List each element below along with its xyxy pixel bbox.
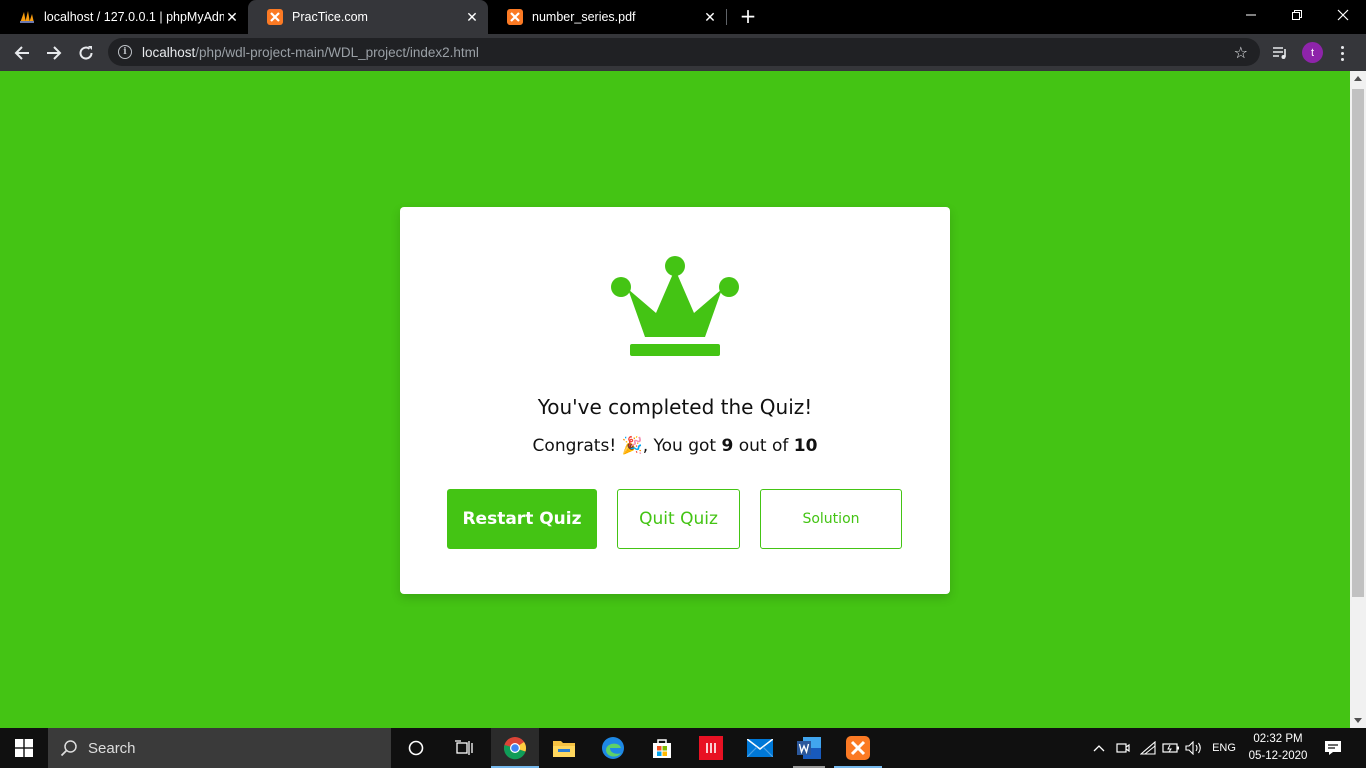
red-app-icon — [699, 736, 723, 760]
word-icon — [797, 737, 821, 759]
chevron-up-icon — [1093, 745, 1105, 752]
result-card: You've completed the Quiz! Congrats! 🎉, … — [400, 207, 950, 594]
page-scrollbar[interactable] — [1350, 71, 1366, 728]
xampp-icon — [507, 9, 523, 25]
close-window-button[interactable] — [1320, 0, 1366, 30]
language-indicator[interactable]: ENG — [1208, 728, 1240, 768]
scrollbar-thumb[interactable] — [1352, 89, 1364, 597]
taskbar-red-app[interactable] — [687, 728, 735, 768]
tray-network-button[interactable] — [1138, 728, 1158, 768]
close-icon — [1337, 9, 1349, 21]
taskbar-clock[interactable]: 02:32 PM 05-12-2020 — [1246, 731, 1310, 765]
taskbar-chrome[interactable] — [491, 728, 539, 768]
url-host: localhost — [142, 44, 196, 60]
search-label: Search — [88, 739, 136, 757]
tab-practice[interactable]: PracTice.com ✕ — [248, 0, 488, 34]
store-icon — [653, 739, 671, 758]
xampp-icon — [267, 9, 283, 25]
reload-icon — [79, 46, 93, 60]
tray-volume-button[interactable] — [1184, 728, 1204, 768]
tab-phpmyadmin[interactable]: localhost / 127.0.0.1 | phpMyAdm ✕ — [0, 0, 248, 34]
browser-menu-icon[interactable] — [1334, 42, 1350, 64]
score-middle: , You got — [642, 436, 722, 456]
reload-button[interactable] — [73, 40, 99, 66]
solution-button[interactable]: Solution — [760, 489, 902, 549]
page-viewport: You've completed the Quiz! Congrats! 🎉, … — [0, 71, 1350, 728]
windows-logo-icon — [15, 739, 33, 757]
show-hidden-icons-button[interactable] — [1090, 728, 1108, 768]
taskbar-search[interactable]: Search — [48, 728, 391, 768]
url-text: localhost/php/wdl-project-main/WDL_proje… — [142, 45, 479, 60]
address-bar[interactable]: i localhost/php/wdl-project-main/WDL_pro… — [108, 38, 1260, 66]
scroll-down-icon[interactable] — [1354, 718, 1362, 723]
score-correct: 9 — [721, 436, 734, 456]
minimize-icon — [1246, 14, 1256, 16]
phpmyadmin-icon — [19, 9, 35, 25]
taskbar-word[interactable] — [785, 728, 833, 768]
media-control-button[interactable] — [1267, 40, 1293, 66]
tab-strip: localhost / 127.0.0.1 | phpMyAdm ✕ PracT… — [0, 0, 1366, 34]
restore-icon — [1292, 10, 1302, 20]
score-total: 10 — [793, 436, 818, 456]
clock-time: 02:32 PM — [1253, 733, 1303, 745]
site-info-icon[interactable]: i — [118, 45, 132, 59]
playlist-icon — [1273, 47, 1286, 59]
taskbar-xampp[interactable] — [834, 728, 882, 768]
edge-icon — [602, 737, 624, 759]
battery-icon — [1162, 743, 1179, 753]
volume-icon — [1185, 741, 1201, 755]
restart-quiz-button[interactable]: Restart Quiz — [447, 489, 597, 549]
chrome-icon — [503, 737, 526, 760]
url-path: /php/wdl-project-main/WDL_project/index2… — [195, 44, 479, 60]
restore-button[interactable] — [1274, 0, 1320, 30]
windows-taskbar: Search ENG 02:32 PM 05-12-2020 — [0, 728, 1366, 768]
tray-meet-button[interactable] — [1113, 728, 1133, 768]
meet-now-icon — [1116, 743, 1130, 753]
xampp-icon — [846, 736, 870, 760]
taskbar-edge[interactable] — [589, 728, 637, 768]
tab-title: number_series.pdf — [532, 10, 636, 24]
bookmark-star-icon[interactable]: ☆ — [1234, 43, 1248, 62]
notifications-button[interactable] — [1318, 728, 1348, 768]
taskbar-store[interactable] — [638, 728, 686, 768]
taskbar-file-explorer[interactable] — [540, 728, 588, 768]
tab-title: PracTice.com — [292, 10, 368, 24]
scroll-up-icon[interactable] — [1354, 76, 1362, 81]
wifi-icon — [1140, 741, 1156, 755]
mail-icon — [747, 739, 773, 757]
cortana-button[interactable] — [396, 728, 436, 768]
clock-date: 05-12-2020 — [1248, 750, 1308, 762]
search-icon — [60, 740, 77, 757]
minimize-button[interactable] — [1228, 0, 1274, 30]
back-button[interactable] — [9, 40, 35, 66]
cortana-icon — [408, 740, 424, 756]
new-tab-button[interactable]: + — [737, 6, 759, 28]
forward-arrow-icon — [47, 46, 62, 60]
start-button[interactable] — [0, 728, 48, 768]
tab-number-series-pdf[interactable]: number_series.pdf ✕ — [488, 0, 726, 34]
score-prefix: Congrats! — [532, 436, 622, 456]
tray-battery-button[interactable] — [1161, 728, 1181, 768]
file-explorer-icon — [553, 741, 575, 757]
profile-avatar[interactable]: t — [1302, 42, 1323, 63]
party-popper-icon: 🎉 — [621, 436, 643, 456]
tab-title: localhost / 127.0.0.1 | phpMyAdm — [44, 10, 224, 24]
task-view-icon — [455, 740, 473, 755]
forward-button[interactable] — [41, 40, 67, 66]
score-out-of: out of — [733, 436, 794, 456]
browser-toolbar: i localhost/php/wdl-project-main/WDL_pro… — [0, 34, 1366, 71]
close-tab-icon[interactable]: ✕ — [702, 9, 718, 25]
close-tab-icon[interactable]: ✕ — [464, 9, 480, 25]
taskbar-mail[interactable] — [736, 728, 784, 768]
score-message: Congrats! 🎉, You got 9 out of 10 — [400, 436, 950, 456]
close-tab-icon[interactable]: ✕ — [224, 9, 240, 25]
quit-quiz-button[interactable]: Quit Quiz — [617, 489, 740, 549]
completion-message: You've completed the Quiz! — [537, 395, 813, 419]
task-view-button[interactable] — [444, 728, 484, 768]
back-arrow-icon — [14, 46, 29, 60]
notification-icon — [1325, 741, 1341, 755]
crown-icon — [611, 256, 739, 356]
tab-separator — [726, 9, 727, 25]
